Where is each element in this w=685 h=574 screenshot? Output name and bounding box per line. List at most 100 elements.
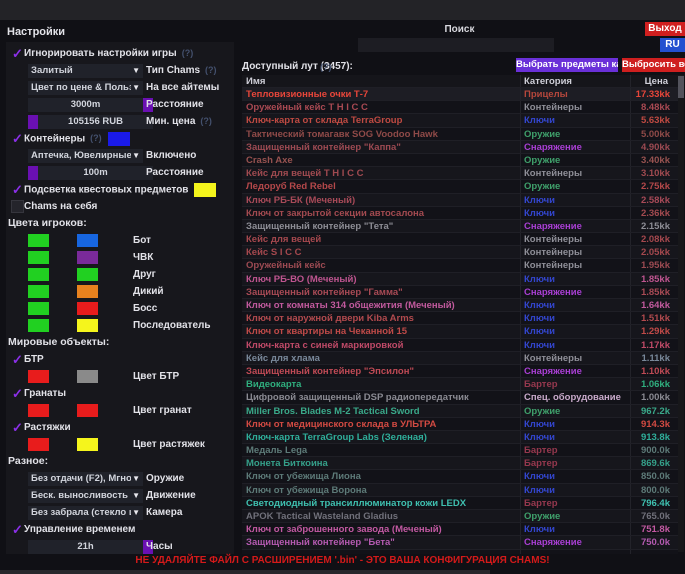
loot-row[interactable]: Ледоруб Red RebelОружие2.75kk <box>242 179 678 192</box>
slider[interactable]: 100m <box>28 166 153 180</box>
chevron-down-icon: ▼ <box>132 491 140 500</box>
exit-button[interactable]: Выход <box>645 22 685 36</box>
search-input[interactable] <box>358 38 554 52</box>
loot-row[interactable]: Ключ РБ-ВО (Меченый)Ключи1.85kk <box>242 272 678 285</box>
help-icon[interactable]: (?) <box>205 65 217 75</box>
loot-row[interactable]: Ключ РБ-БК (Меченый)Ключи2.58kk <box>242 193 678 206</box>
checkbox-icon[interactable]: ✓ <box>11 183 24 196</box>
color-swatch-hidden[interactable] <box>77 234 98 247</box>
loot-row[interactable]: Защищенный контейнер "Бета"Снаряжение750… <box>242 535 678 548</box>
help-icon[interactable]: (?) <box>182 48 194 58</box>
color-swatch-hidden[interactable] <box>77 370 98 383</box>
scrollbar-thumb[interactable] <box>678 76 684 98</box>
loot-row[interactable] <box>242 549 678 554</box>
drop-all-button[interactable]: Выбросить все <box>622 58 685 72</box>
loot-row[interactable]: Кейс для вещей T H I C CКонтейнеры3.10kk <box>242 166 678 179</box>
checkbox-icon[interactable] <box>11 200 24 213</box>
color-swatch-hidden[interactable] <box>77 302 98 315</box>
dropdown[interactable]: Беск. выносливость и нет уста▼ <box>28 489 143 503</box>
loot-row[interactable]: Crash AxeОружие3.40kk <box>242 153 678 166</box>
color-swatch-hidden[interactable] <box>77 404 98 417</box>
color-swatch[interactable] <box>108 132 130 146</box>
color-swatch-hidden[interactable] <box>77 285 98 298</box>
column-header-price[interactable]: Цена <box>630 75 678 87</box>
loot-row[interactable]: Кейс S I C CКонтейнеры2.05kk <box>242 245 678 258</box>
loot-row[interactable]: Ключ от квартиры на Чеканной 15Ключи1.29… <box>242 324 678 337</box>
color-swatch-visible[interactable] <box>28 234 49 247</box>
loot-help-icon[interactable]: (?) <box>320 62 332 72</box>
loot-row[interactable]: Ключ от заброшенного завода (Меченый)Клю… <box>242 522 678 535</box>
slider-track[interactable]: 105156 RUB <box>38 115 153 129</box>
dropdown[interactable]: Аптечка, Ювелирные и...▼ <box>28 149 143 163</box>
loot-row[interactable]: Тепловизионные очки Т-7Прицелы17.33kk <box>242 87 678 100</box>
checkbox-icon[interactable]: ✓ <box>11 523 24 536</box>
slider-track[interactable]: 3000m <box>28 98 143 112</box>
loot-row[interactable]: Оружейный кейсКонтейнеры1.95kk <box>242 258 678 271</box>
color-swatch-hidden[interactable] <box>77 268 98 281</box>
loot-row[interactable]: Кейс для вещейКонтейнеры2.08kk <box>242 232 678 245</box>
slider-thumb[interactable] <box>28 115 38 129</box>
dropdown[interactable]: Без отдачи (F2), Мгновенное п▼ <box>28 472 143 486</box>
loot-row[interactable]: Кейс для хламаКонтейнеры1.11kk <box>242 351 678 364</box>
loot-row[interactable]: Ключ-карта от склада TerraGroupКлючи5.63… <box>242 113 678 126</box>
loot-row[interactable]: Светодиодный трансиллюминатор кожи LEDXБ… <box>242 496 678 509</box>
column-header-category[interactable]: Категория <box>520 75 630 87</box>
color-swatch-hidden[interactable] <box>77 319 98 332</box>
color-swatch-visible[interactable] <box>28 302 49 315</box>
loot-row[interactable]: Тактический томагавк SOG Voodoo HawkОруж… <box>242 127 678 140</box>
dropdown[interactable]: Залитый▼ <box>28 64 143 78</box>
color-swatch[interactable] <box>194 183 216 197</box>
slider-track[interactable]: 21h <box>28 540 143 554</box>
help-icon[interactable]: (?) <box>200 116 212 126</box>
color-swatch-visible[interactable] <box>28 251 49 264</box>
checkbox-icon[interactable]: ✓ <box>11 47 24 60</box>
slider-thumb[interactable] <box>28 166 38 180</box>
loot-row[interactable]: Ключ-карта TerraGroup Labs (Зеленая)Ключ… <box>242 430 678 443</box>
color-swatch-hidden[interactable] <box>77 438 98 451</box>
checkbox-icon[interactable]: ✓ <box>11 353 24 366</box>
color-swatch-visible[interactable] <box>28 438 49 451</box>
loot-row[interactable]: Ключ от медицинского склада в УЛЬТРАКлюч… <box>242 417 678 430</box>
column-header-name[interactable]: Имя <box>242 75 520 87</box>
loot-row[interactable]: Ключ от убежища ЛионаКлючи850.0k <box>242 469 678 482</box>
loot-row[interactable]: Защищенный контейнер "Тета"Снаряжение2.1… <box>242 219 678 232</box>
loot-row[interactable]: Медаль LegaБартер900.0k <box>242 443 678 456</box>
dropdown[interactable]: Без забрала (стекло шлема)▼ <box>28 506 143 520</box>
loot-row[interactable]: Защищенный контейнер "Эпсилон"Снаряжение… <box>242 364 678 377</box>
slider[interactable]: 105156 RUB <box>28 115 153 129</box>
loot-row[interactable]: APOK Tactical Wasteland GladiusОружие765… <box>242 509 678 522</box>
table-scrollbar[interactable] <box>678 75 684 552</box>
loot-item-name: Ключ-карта TerraGroup Labs (Зеленая) <box>242 431 520 443</box>
dropdown[interactable]: Цвет по цене & Пользователы▼ <box>28 81 143 95</box>
loot-row[interactable]: ВидеокартаБартер1.06kk <box>242 377 678 390</box>
loot-row[interactable]: Ключ-карта с синей маркировкойКлючи1.17k… <box>242 338 678 351</box>
color-swatch-visible[interactable] <box>28 404 49 417</box>
loot-row[interactable]: Ключ от убежища ВоронаКлючи800.0k <box>242 483 678 496</box>
loot-row[interactable]: Защищенный контейнер "Каппа"Снаряжение4.… <box>242 140 678 153</box>
color-swatch-visible[interactable] <box>28 268 49 281</box>
slider-track[interactable]: 100m <box>38 166 153 180</box>
loot-item-category: Ключи <box>520 312 630 324</box>
color-swatch-visible[interactable] <box>28 285 49 298</box>
loot-row[interactable]: Miller Bros. Blades M-2 Tactical SwordОр… <box>242 404 678 417</box>
loot-row[interactable]: Защищенный контейнер "Гамма"Снаряжение1.… <box>242 285 678 298</box>
loot-row[interactable]: Монета БиткоинаБартер869.6k <box>242 456 678 469</box>
checkbox-icon[interactable]: ✓ <box>11 387 24 400</box>
loot-item-price: 5.63kk <box>630 114 678 126</box>
loot-row[interactable]: Цифровой защищенный DSP радиопередатчикС… <box>242 390 678 403</box>
slider[interactable]: 21h <box>28 540 153 554</box>
checkbox-icon[interactable]: ✓ <box>11 132 24 145</box>
loot-row[interactable]: Оружейный кейс T H I C CКонтейнеры8.48kk <box>242 100 678 113</box>
help-icon[interactable]: (?) <box>90 133 102 143</box>
loot-row[interactable]: Ключ от закрытой секции автосалонаКлючи2… <box>242 206 678 219</box>
loot-row[interactable]: Ключ от наружной двери Kiba ArmsКлючи1.5… <box>242 311 678 324</box>
color-swatch-visible[interactable] <box>28 319 49 332</box>
checkbox-icon[interactable]: ✓ <box>11 421 24 434</box>
color-swatch-hidden[interactable] <box>77 251 98 264</box>
loot-item-category: Контейнеры <box>520 101 630 113</box>
select-kappa-items-button[interactable]: Выбрать предметы каппа <box>516 58 618 72</box>
slider[interactable]: 3000m <box>28 98 153 112</box>
loot-row[interactable]: Ключ от комнаты 314 общежития (Меченый)К… <box>242 298 678 311</box>
color-swatch-visible[interactable] <box>28 370 49 383</box>
language-button[interactable]: RU <box>660 38 685 52</box>
